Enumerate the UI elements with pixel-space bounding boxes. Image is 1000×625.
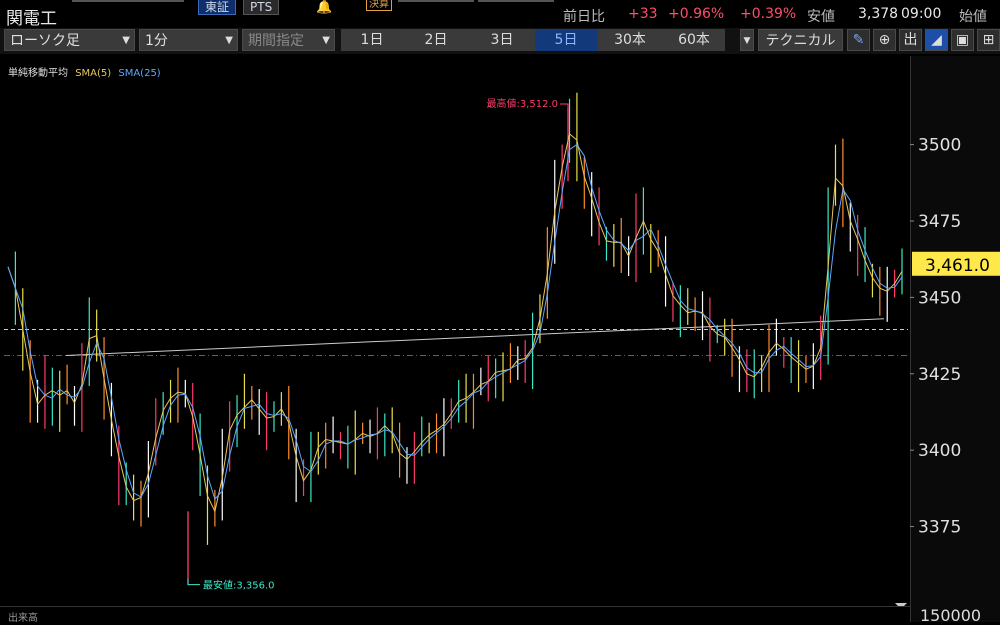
chevron-down-icon: ▼ bbox=[122, 35, 130, 46]
y-tick-label: 3450 bbox=[918, 288, 961, 308]
volume-toggle-icon[interactable]: 出 bbox=[899, 29, 922, 51]
range-tab-1d[interactable]: 1日 bbox=[341, 29, 403, 51]
y-tick-label: 3500 bbox=[918, 136, 961, 156]
chevron-down-icon: ▼ bbox=[225, 35, 233, 46]
kessan-badge[interactable]: 決算 bbox=[366, 0, 392, 11]
open-label: 始値 bbox=[959, 9, 987, 25]
header-divider bbox=[72, 0, 184, 2]
range-tabs: 1日 2日 3日 5日 30本 60本 bbox=[341, 29, 725, 51]
high-annotation: 最高値:3,512.0 bbox=[486, 97, 558, 110]
technical-button[interactable]: テクニカル bbox=[758, 29, 843, 51]
y-tick-label: 3400 bbox=[918, 441, 961, 461]
chevron-down-icon: ▼ bbox=[743, 36, 751, 46]
market-tab-tse[interactable]: 東証 bbox=[198, 0, 237, 15]
low-annotation: 最安値:3,356.0 bbox=[203, 579, 275, 592]
change-pct: +0.96% bbox=[668, 6, 725, 22]
period-select[interactable]: 期間指定 ▼ bbox=[242, 29, 335, 51]
low-annotation-pointer bbox=[187, 578, 200, 586]
zoom-icon[interactable]: ⊕ bbox=[873, 29, 896, 51]
area-chart-icon[interactable]: ◢ bbox=[925, 29, 948, 51]
chart-svg: 最高値:3,512.0 最安値:3,356.0 3500 3475 3450 3425 34… bbox=[4, 92, 1000, 609]
range-tab-3d[interactable]: 3日 bbox=[469, 29, 535, 51]
volume-max-value: 150000 bbox=[920, 606, 982, 625]
price-chart[interactable]: 単純移動平均 SMA(5) SMA(25) 最高値:3,512.0 最安値:3,3… bbox=[0, 56, 1000, 622]
y-tick-label: 3425 bbox=[918, 365, 961, 385]
save-icon[interactable]: ▣ bbox=[951, 29, 974, 51]
chevron-down-icon: ▼ bbox=[322, 35, 330, 46]
low-value: 3,378 bbox=[858, 6, 899, 22]
market-tab-pts[interactable]: PTS bbox=[243, 0, 280, 15]
chart-type-value: ローソク足 bbox=[10, 33, 80, 49]
range-tab-5d[interactable]: 5日 bbox=[535, 29, 597, 51]
y-tick-label: 3475 bbox=[918, 212, 961, 232]
current-price-label: 3,461.0 bbox=[925, 256, 990, 276]
period-value: 期間指定 bbox=[248, 33, 304, 49]
change-pct-2: +0.39% bbox=[740, 6, 797, 22]
range-tab-30[interactable]: 30本 bbox=[597, 29, 663, 51]
draw-pen-icon[interactable]: ✎ bbox=[847, 29, 870, 51]
low-label: 安値 bbox=[807, 9, 835, 25]
y-tick-label: 3375 bbox=[918, 518, 961, 538]
sma25-line bbox=[7, 143, 903, 501]
low-time: 09:00 bbox=[901, 6, 942, 22]
interval-value: 1分 bbox=[145, 33, 168, 49]
header-divider-3 bbox=[478, 0, 554, 2]
range-tab-60[interactable]: 60本 bbox=[663, 29, 725, 51]
change-value: +33 bbox=[628, 6, 658, 22]
top-bar: 関電工 東証 PTS 🔔 決算 前日比 +33 +0.96% +0.39% 安値… bbox=[0, 0, 1000, 29]
sma5-line bbox=[7, 132, 903, 513]
header-divider-2 bbox=[398, 0, 474, 2]
range-more-button[interactable]: ▼ bbox=[740, 29, 754, 51]
symbol-name: 関電工 bbox=[6, 9, 57, 29]
chart-type-select[interactable]: ローソク足 ▼ bbox=[4, 29, 135, 51]
high-annotation-pointer bbox=[560, 103, 569, 108]
trend-line bbox=[65, 318, 885, 356]
range-tab-2d[interactable]: 2日 bbox=[403, 29, 469, 51]
bell-icon[interactable]: 🔔 bbox=[316, 0, 332, 15]
change-label: 前日比 bbox=[563, 9, 605, 25]
volume-pane-header: 出来高 bbox=[0, 606, 910, 624]
interval-select[interactable]: 1分 ▼ bbox=[139, 29, 238, 51]
chart-toolbar: ローソク足 ▼ 1分 ▼ 期間指定 ▼ 1日 2日 3日 5日 30本 60本 … bbox=[0, 28, 1000, 54]
settings-icon[interactable]: ⊞ bbox=[977, 29, 1000, 51]
